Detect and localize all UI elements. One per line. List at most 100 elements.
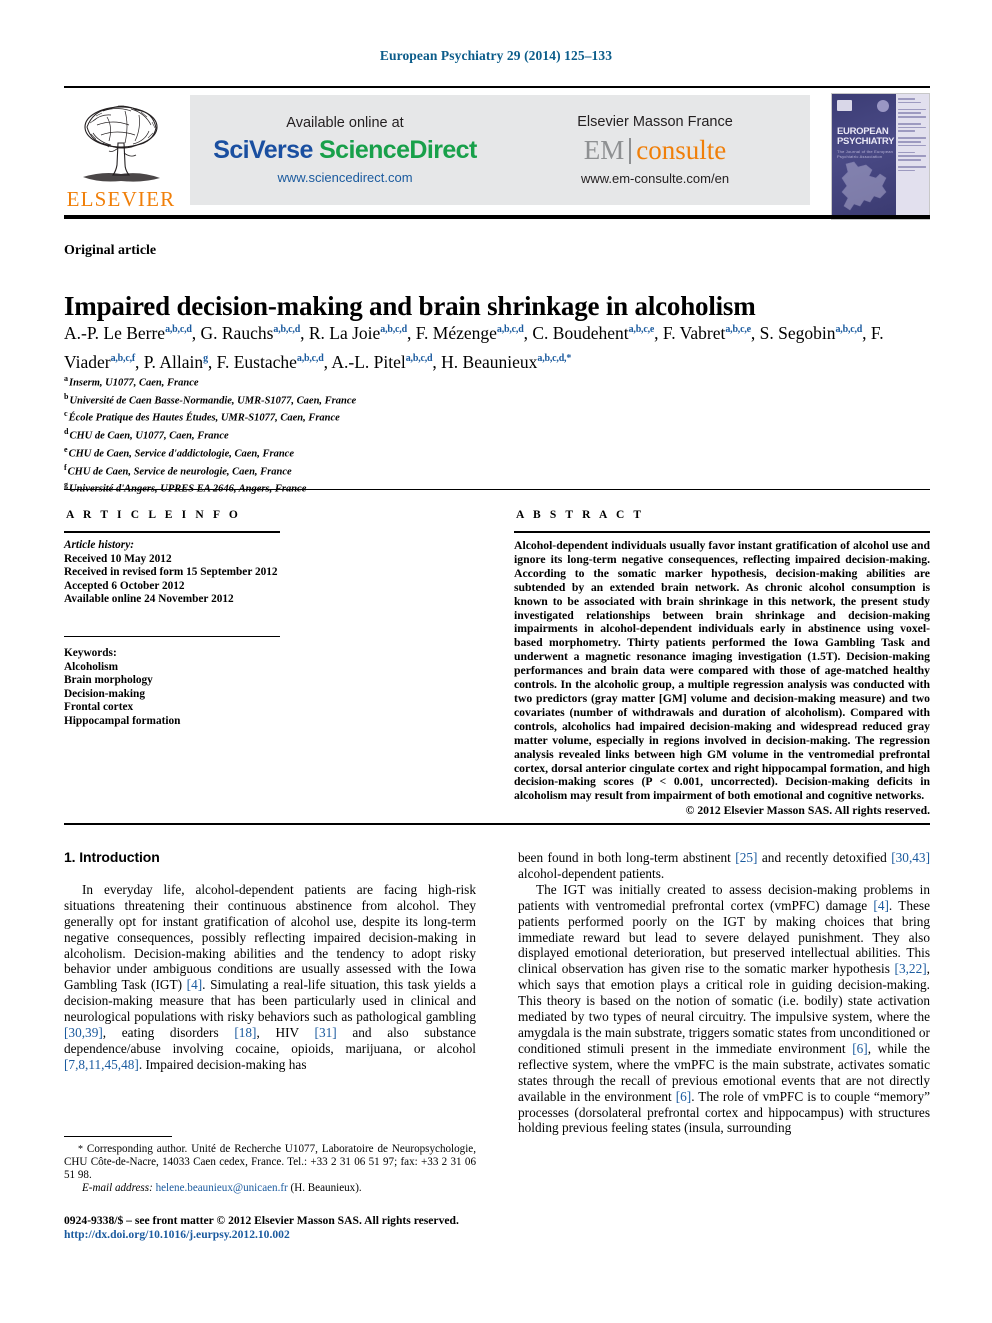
paragraph: The IGT was initially created to assess … bbox=[518, 881, 930, 1136]
sciencedirect-url[interactable]: www.sciencedirect.com bbox=[277, 170, 412, 185]
author-name: F. Eustache bbox=[216, 351, 297, 372]
front-matter-block: 0924-9338/$ – see front matter © 2012 El… bbox=[64, 1214, 494, 1242]
author-name: C. Boudehent bbox=[532, 322, 629, 343]
doi-link[interactable]: http://dx.doi.org/10.1016/j.eurpsy.2012.… bbox=[64, 1228, 494, 1242]
paragraph: E-mail address: helene.beaunieux@unicaen… bbox=[82, 1182, 362, 1195]
article-first-page: European Psychiatry 29 (2014) 125–133 EL… bbox=[0, 0, 992, 1323]
footnote-rule bbox=[64, 1136, 172, 1137]
em-consulte-wordmark: EM consulte bbox=[584, 135, 726, 166]
paragraph: * Corresponding author. Unité de Recherc… bbox=[64, 1143, 476, 1182]
author-affil-marks: a,b,c,d bbox=[380, 324, 407, 335]
cover-contents-panel bbox=[896, 94, 929, 219]
author-affil-marks: a,b,c,d bbox=[273, 324, 301, 335]
email-link[interactable]: helene.beaunieux@unicaen.fr bbox=[156, 1182, 288, 1194]
citation-ref[interactable]: [4] bbox=[873, 898, 889, 913]
history-item: Received in revised form 15 September 20… bbox=[64, 566, 278, 579]
keywords-block: Keywords: Alcoholism Brain morphology De… bbox=[64, 647, 294, 729]
author-affil-marks: a,b,c,d bbox=[496, 324, 524, 335]
keyword-item: Hippocampal formation bbox=[64, 714, 181, 727]
elsevier-masson-label: Elsevier Masson France bbox=[577, 114, 733, 130]
masthead-top-rule bbox=[64, 86, 930, 88]
author-name: R. La Joie bbox=[308, 322, 381, 343]
sciencedirect-wordmark: SciVerse ScienceDirect bbox=[213, 136, 477, 165]
article-history-label: Article history: bbox=[64, 539, 134, 551]
sciencedirect-block[interactable]: Available online at SciVerse ScienceDire… bbox=[190, 95, 500, 205]
elsevier-tree-icon bbox=[83, 105, 160, 182]
info-band-top-rule bbox=[64, 489, 930, 490]
author-name: P. Allain bbox=[143, 351, 204, 372]
author-list: A.-P. Le Berrea,b,c,d, G. Rauchsa,b,c,d,… bbox=[64, 322, 884, 372]
author-name: G. Rauchs bbox=[200, 322, 274, 343]
article-history-block: Article history: Received 10 May 2012 Re… bbox=[64, 539, 294, 607]
body-column-right: been found in both long-term abstinent [… bbox=[518, 850, 930, 1136]
citation-ref[interactable]: [3,22] bbox=[895, 961, 927, 976]
citation-ref[interactable]: [30,39] bbox=[64, 1025, 103, 1040]
sciverse-text: SciVerse bbox=[213, 136, 320, 164]
em-divider bbox=[629, 137, 632, 164]
citation-ref[interactable]: [31] bbox=[315, 1025, 337, 1040]
author-affil-marks: a,b,c,e bbox=[725, 324, 751, 335]
paragraph: In everyday life, alcohol-dependent pati… bbox=[64, 881, 477, 1072]
corresponding-author-footnote: * Corresponding author. Unité de Recherc… bbox=[64, 1143, 476, 1195]
history-item: Accepted 6 October 2012 bbox=[64, 579, 185, 592]
em-consulte-url[interactable]: www.em-consulte.com/en bbox=[581, 171, 729, 186]
author-affil-marks: a,b,c,d bbox=[296, 352, 324, 364]
section-heading-introduction: 1. Introduction bbox=[64, 849, 160, 865]
history-keywords-divider bbox=[64, 636, 280, 637]
abstract-block: Alcohol-dependent individuals usually fa… bbox=[514, 539, 930, 818]
author-name: H. Beaunieux bbox=[441, 351, 538, 372]
author-affil-marks: a,b,c,d,* bbox=[537, 352, 572, 364]
cover-publisher-badge-icon bbox=[837, 100, 852, 111]
em-consulte-block[interactable]: Elsevier Masson France EM consulte www.em… bbox=[500, 95, 810, 205]
author-affil-marks: a,b,c,d bbox=[405, 352, 433, 364]
keyword-item: Alcoholism bbox=[64, 660, 118, 673]
author-affil-marks: g bbox=[203, 352, 208, 364]
masthead: ELSEVIER Available online at SciVerse Sc… bbox=[64, 93, 930, 220]
author-name: S. Segobin bbox=[759, 322, 836, 343]
europe-map-icon bbox=[841, 161, 887, 211]
masthead-bottom-rule bbox=[64, 215, 930, 219]
affiliation-item: cÉcole Pratique des Hautes Études, UMR-S… bbox=[64, 409, 340, 424]
body-column-left: 1. Introduction In everyday life, alcoho… bbox=[64, 849, 477, 1073]
citation-ref[interactable]: [25] bbox=[735, 850, 757, 865]
elsevier-wordmark: ELSEVIER bbox=[66, 187, 176, 211]
available-online-label: Available online at bbox=[286, 115, 404, 131]
history-item: Received 10 May 2012 bbox=[64, 552, 172, 565]
abstract-heading: A B S T R A C T bbox=[516, 509, 645, 521]
affiliation-item: fCHU de Caen, Service de neurologie, Cae… bbox=[64, 462, 292, 478]
citation-ref[interactable]: [6] bbox=[852, 1041, 868, 1056]
elsevier-logo: ELSEVIER bbox=[64, 93, 178, 210]
citation-ref[interactable]: [30,43] bbox=[891, 850, 930, 865]
article-type-label: Original article bbox=[64, 243, 157, 258]
affiliation-list: aInserm, U1077, Caen, France bUniversité… bbox=[64, 372, 664, 496]
affiliation-item: bUniversité de Caen Basse-Normandie, UMR… bbox=[64, 391, 357, 407]
sciencedirect-text: ScienceDirect bbox=[319, 136, 477, 164]
affiliation-item: dCHU de Caen, U1077, Caen, France bbox=[64, 427, 229, 442]
abstract-copyright: © 2012 Elsevier Masson SAS. All rights r… bbox=[685, 804, 930, 818]
citation-ref[interactable]: [7,8,11,45,48] bbox=[64, 1057, 139, 1072]
keyword-item: Frontal cortex bbox=[64, 701, 134, 714]
consulte-text: consulte bbox=[636, 135, 727, 165]
abstract-text: Alcohol-dependent individuals usually fa… bbox=[514, 539, 930, 803]
keyword-item: Decision-making bbox=[64, 687, 145, 700]
affiliation-item: eCHU de Caen, Service d'addictologie, Ca… bbox=[64, 444, 294, 460]
author-affil-marks: a,b,c,e bbox=[628, 324, 655, 335]
cover-society-badge-icon bbox=[877, 100, 890, 112]
keyword-item: Brain morphology bbox=[64, 674, 153, 687]
running-head: European Psychiatry 29 (2014) 125–133 bbox=[379, 48, 613, 63]
author-name: F. Vabret bbox=[662, 322, 726, 343]
abstract-rule bbox=[514, 531, 930, 533]
affiliation-item: aInserm, U1077, Caen, France bbox=[64, 374, 199, 389]
author-affil-marks: a,b,c,f bbox=[110, 352, 136, 364]
citation-ref[interactable]: [6] bbox=[676, 1089, 692, 1104]
author-affil-marks: a,b,c,d bbox=[165, 324, 192, 335]
journal-cover-thumbnail[interactable]: EUROPEAN PSYCHIATRY The Journal of the E… bbox=[831, 93, 930, 220]
cover-front-panel: EUROPEAN PSYCHIATRY The Journal of the E… bbox=[832, 94, 897, 219]
keywords-label: Keywords: bbox=[64, 647, 117, 659]
author-affil-marks: a,b,c,d bbox=[835, 324, 863, 335]
history-item: Available online 24 November 2012 bbox=[64, 593, 234, 606]
paragraph: been found in both long-term abstinent [… bbox=[518, 850, 930, 881]
affiliation-item: gUniversité d'Angers, UPRES EA 2646, Ang… bbox=[64, 480, 307, 495]
citation-ref[interactable]: [18] bbox=[234, 1025, 256, 1040]
citation-ref[interactable]: [4] bbox=[187, 977, 203, 992]
